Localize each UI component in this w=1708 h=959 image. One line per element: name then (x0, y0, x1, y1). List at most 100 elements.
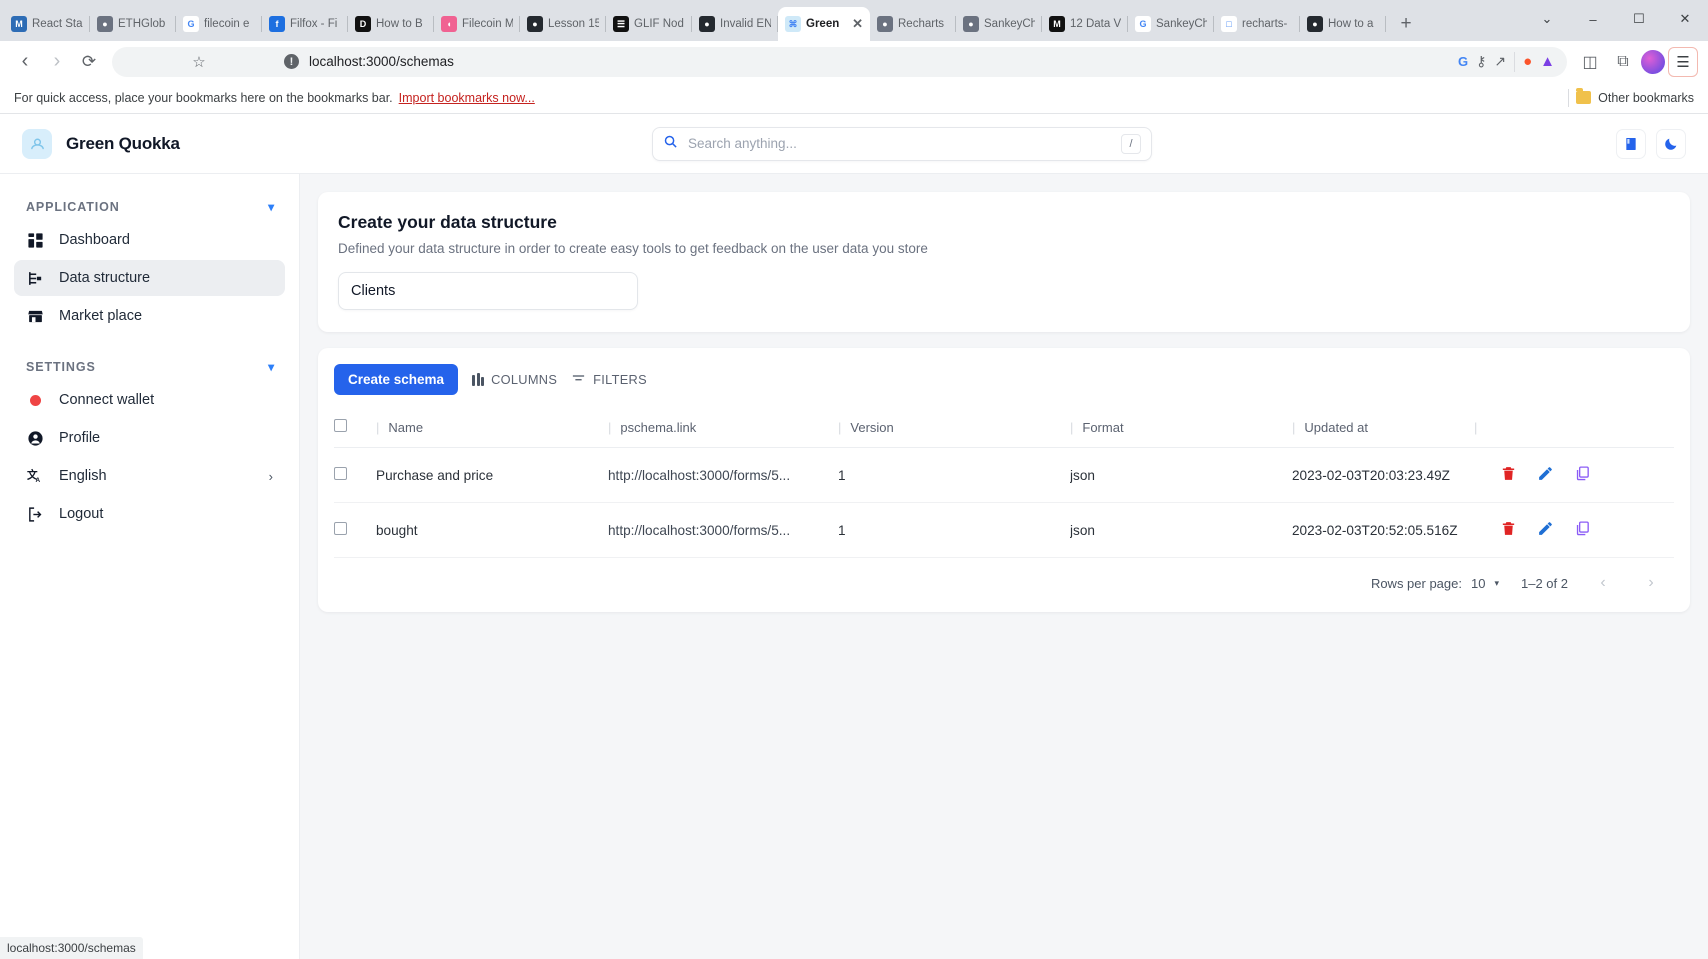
delete-row-button[interactable] (1500, 520, 1517, 540)
search-icon (663, 134, 678, 154)
delete-row-button[interactable] (1500, 465, 1517, 485)
bookmark-icon[interactable]: ☆ (124, 53, 274, 71)
table-row[interactable]: bought http://localhost:3000/forms/5... 1 j… (334, 502, 1674, 558)
browser-tab[interactable]: ● Invalid EN (692, 7, 778, 41)
cell-name: bought (376, 502, 608, 558)
next-page-button[interactable]: › (1638, 574, 1664, 592)
forward-icon[interactable]: › (42, 47, 72, 77)
browser-tab[interactable]: M React Sta (4, 7, 90, 41)
import-bookmarks-link[interactable]: Import bookmarks now... (399, 91, 535, 105)
site-info-icon[interactable]: ! (284, 54, 299, 69)
edit-row-button[interactable] (1537, 520, 1554, 540)
table-head: | Name | pschema.link | Version | Format (334, 409, 1674, 448)
sidebar-item-label: Connect wallet (59, 392, 155, 408)
sidebar-item-label: Dashboard (59, 232, 130, 248)
close-tab-icon[interactable]: ✕ (852, 16, 863, 32)
address-bar[interactable]: ☆ ! localhost:3000/schemas G ⚷ ↗ ● ▲ (112, 46, 1567, 77)
duplicate-row-button[interactable] (1574, 465, 1591, 485)
tab-title: Recharts (898, 18, 945, 30)
google-lens-icon[interactable]: G (1458, 54, 1468, 69)
browser-tab[interactable]: ☰ GLIF Nod (606, 7, 692, 41)
url-text: localhost:3000/schemas (309, 54, 454, 69)
sidebar-item-dashboard[interactable]: Dashboard (14, 222, 285, 258)
sidebar-section-application[interactable]: APPLICATION ▾ (14, 192, 285, 222)
sidebar-item-logout[interactable]: Logout (14, 496, 285, 532)
browser-tab[interactable]: ● Lesson 15 (520, 7, 606, 41)
sidebar-item-data-structure[interactable]: Data structure (14, 260, 285, 296)
tab-favicon: ● (699, 16, 715, 32)
app-brand[interactable]: Green Quokka (22, 128, 298, 159)
store-icon (26, 307, 44, 325)
chevron-down-icon[interactable]: ▾ (268, 200, 275, 214)
browser-tab[interactable]: f Filfox - Fi (262, 7, 348, 41)
other-bookmarks-label[interactable]: Other bookmarks (1598, 91, 1694, 105)
person-icon (26, 429, 44, 447)
structure-name-input[interactable]: Clients (338, 272, 638, 310)
browser-tab[interactable]: ⌘ Green ✕ (778, 7, 870, 41)
status-bar-url: localhost:3000/schemas (7, 941, 136, 955)
browser-tab[interactable]: G SankeyCh (1128, 7, 1214, 41)
sidebar-item-label: Market place (59, 308, 143, 324)
browser-tab[interactable]: ● SankeyCh (956, 7, 1042, 41)
chevron-down-icon[interactable]: ▾ (268, 360, 275, 374)
metamask-icon[interactable]: ▲ (1540, 53, 1555, 70)
browser-tab[interactable]: ● How to a (1300, 7, 1386, 41)
browser-tab[interactable]: ● Recharts (870, 7, 956, 41)
dark-mode-toggle[interactable] (1656, 128, 1686, 159)
back-icon[interactable]: ‹ (10, 47, 40, 77)
extensions-icon[interactable]: ⧉ (1608, 47, 1638, 77)
search-input[interactable]: Search anything... / (652, 126, 1152, 161)
columns-button[interactable]: COLUMNS (472, 372, 557, 387)
filters-button[interactable]: FILTERS (571, 371, 647, 389)
reload-icon[interactable]: ⟳ (74, 47, 104, 77)
share-icon[interactable]: ↗ (1494, 53, 1506, 70)
tab-title: React Sta (32, 18, 83, 30)
header-updated-label: Updated at (1304, 419, 1368, 435)
browser-tab[interactable]: D How to B (348, 7, 434, 41)
header-name[interactable]: | Name (376, 409, 608, 448)
sidepanel-icon[interactable]: ◫ (1575, 47, 1605, 77)
header-updated-at[interactable]: | Updated at (1292, 409, 1474, 448)
header-version[interactable]: | Version (838, 409, 1070, 448)
browser-tab[interactable]: ◖ Filecoin M (434, 7, 520, 41)
minimize-button[interactable]: – (1570, 0, 1616, 38)
rows-per-page[interactable]: Rows per page: 10 ▾ (1371, 576, 1499, 591)
sidebar-item-english[interactable]: 文 A English › (14, 458, 285, 494)
tab-search-button[interactable]: ⌄ (1524, 0, 1570, 38)
browser-tab[interactable]: M 12 Data V (1042, 7, 1128, 41)
tab-favicon: ● (527, 16, 543, 32)
docs-button[interactable] (1616, 128, 1646, 159)
create-schema-button[interactable]: Create schema (334, 364, 459, 395)
sidebar-item-profile[interactable]: Profile (14, 420, 285, 456)
header-format[interactable]: | Format (1070, 409, 1292, 448)
password-key-icon[interactable]: ⚷ (1476, 53, 1486, 70)
header-pschema-link[interactable]: | pschema.link (608, 409, 838, 448)
wallet-status-dot-icon (26, 391, 44, 409)
browser-tab[interactable]: ● ETHGlob (90, 7, 176, 41)
select-all-checkbox[interactable] (334, 419, 347, 432)
browser-menu-icon[interactable]: ☰ (1668, 46, 1698, 77)
row-checkbox[interactable] (334, 467, 347, 480)
prev-page-button[interactable]: ‹ (1590, 574, 1616, 592)
row-checkbox[interactable] (334, 522, 347, 535)
schemas-table-card: Create schema COLUMNS FILTERS | Name | p… (318, 348, 1690, 612)
structure-name-value: Clients (351, 283, 396, 299)
column-divider: | (1292, 419, 1296, 435)
profile-avatar[interactable] (1641, 49, 1665, 74)
sidebar-item-market-place[interactable]: Market place (14, 298, 285, 334)
browser-tab[interactable]: □ recharts- (1214, 7, 1300, 41)
edit-row-button[interactable] (1537, 465, 1554, 485)
maximize-button[interactable]: ☐ (1616, 0, 1662, 38)
duplicate-row-button[interactable] (1574, 520, 1591, 540)
table-row[interactable]: Purchase and price http://localhost:3000/… (334, 447, 1674, 503)
brave-shield-icon[interactable]: ● (1523, 53, 1532, 70)
chevron-right-icon[interactable]: › (269, 469, 273, 484)
pagination: Rows per page: 10 ▾ 1–2 of 2 ‹ › (334, 558, 1674, 602)
tab-title: filecoin e (204, 18, 250, 30)
close-window-button[interactable]: ✕ (1662, 0, 1708, 38)
sidebar-item-connect-wallet[interactable]: Connect wallet (14, 382, 285, 418)
tab-favicon: ● (1307, 16, 1323, 32)
new-tab-button[interactable]: + (1392, 10, 1420, 38)
sidebar-section-settings[interactable]: SETTINGS ▾ (14, 352, 285, 382)
browser-tab[interactable]: Gfilecoin e (176, 7, 262, 41)
